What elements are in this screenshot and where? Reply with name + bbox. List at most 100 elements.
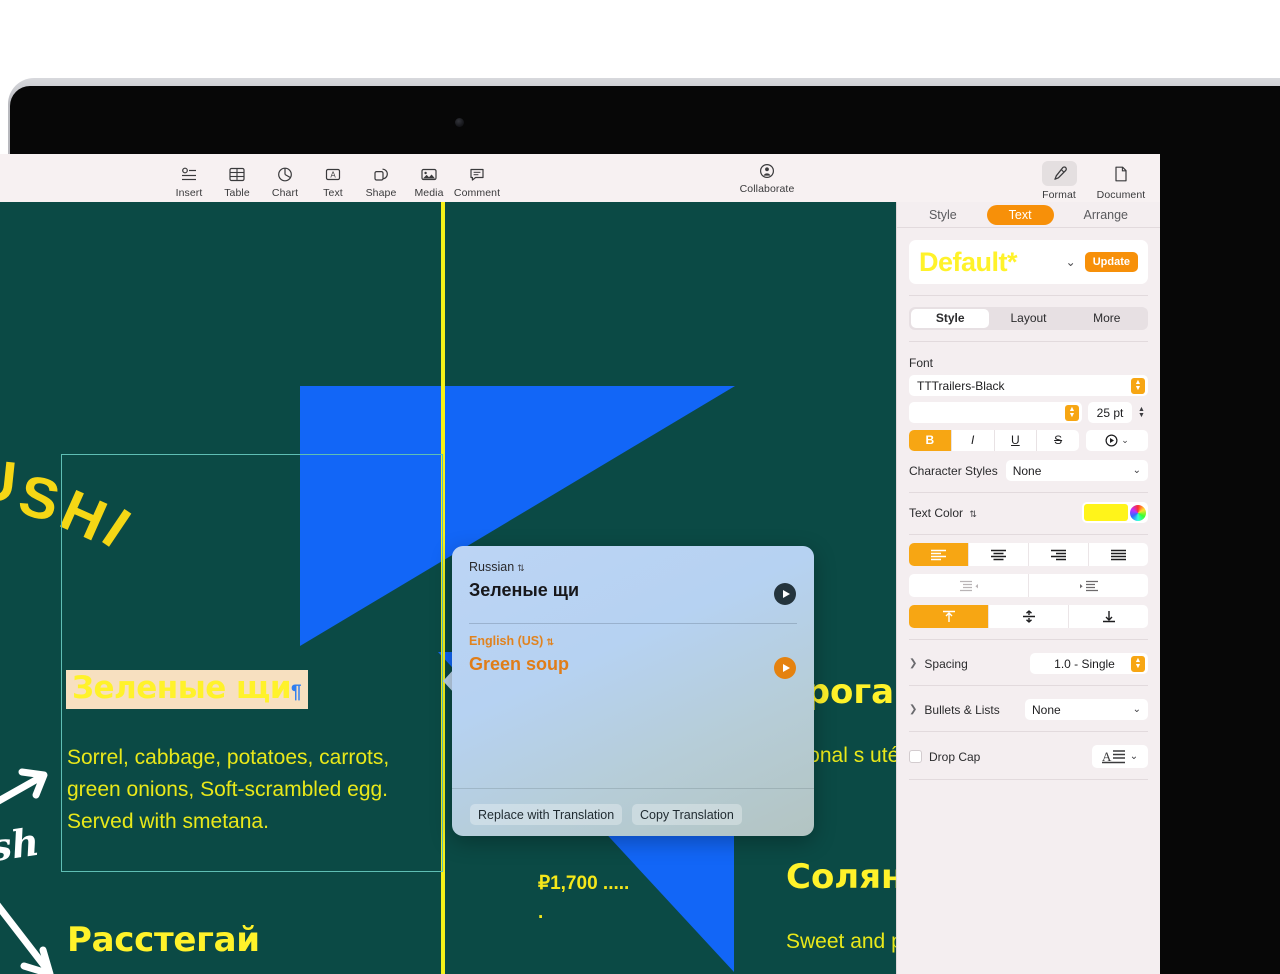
align-justify-button[interactable]: [1089, 543, 1148, 566]
strikethrough-button[interactable]: S: [1037, 430, 1079, 451]
font-size-input[interactable]: 25 pt: [1088, 402, 1132, 423]
toolbar-format-button[interactable]: Format: [1028, 154, 1090, 201]
right-heading-solyanka[interactable]: Соляни: [786, 857, 896, 897]
text-color-label: Text Color ⇅: [909, 505, 977, 520]
source-text: Зеленые щи: [469, 580, 580, 600]
toolbar-comment-button[interactable]: Comment: [453, 158, 501, 199]
font-size-stepper[interactable]: ▲ ▼: [1135, 404, 1148, 421]
replace-with-translation-button[interactable]: Replace with Translation: [470, 804, 623, 825]
target-language-label: English (US): [469, 634, 544, 648]
spacing-label: Spacing: [924, 656, 968, 671]
valign-middle-button[interactable]: [989, 605, 1069, 628]
toolbar-right-group: Format Document: [1028, 154, 1152, 201]
tab-arrange[interactable]: Arrange: [1062, 205, 1150, 225]
laptop-screen: Insert Table Chart A Text Shape Media Co…: [0, 154, 1160, 974]
right-body-2[interactable]: Sweet and parsnips, e carrots, oli Serve…: [786, 926, 896, 958]
tab-style[interactable]: Style: [907, 205, 979, 225]
italic-button[interactable]: I: [952, 430, 995, 451]
toolbar-media-button[interactable]: Media: [405, 158, 453, 199]
tab-text[interactable]: Text: [986, 204, 1054, 225]
toolbar-chart-label: Chart: [271, 186, 299, 199]
align-right-button[interactable]: [1029, 543, 1089, 566]
price-text[interactable]: ₽1,700 .....: [538, 872, 629, 895]
underline-button[interactable]: U: [995, 430, 1038, 451]
toolbar-media-label: Media: [414, 186, 444, 199]
text-color-swatch[interactable]: [1084, 504, 1128, 521]
chevron-updown-icon-weight[interactable]: ▲ ▼: [1065, 404, 1079, 421]
toolbar-document-button[interactable]: Document: [1090, 154, 1152, 201]
drop-cap-style-button[interactable]: A ⌄: [1092, 745, 1148, 768]
decrease-indent-button[interactable]: [909, 574, 1029, 597]
play-source-audio-button[interactable]: [774, 583, 796, 605]
heading-rasstegai[interactable]: Расстегай: [67, 920, 260, 960]
chevron-down-icon[interactable]: ⌄: [1066, 255, 1076, 269]
toolbar-document-label: Document: [1096, 189, 1146, 201]
divider-4: [909, 534, 1148, 535]
subtab-more[interactable]: More: [1068, 309, 1146, 328]
media-icon: [421, 165, 437, 184]
format-brush-icon: [1051, 164, 1068, 183]
disclosure-triangle-spacing[interactable]: ❯: [909, 658, 917, 669]
toolbar-chart-button[interactable]: Chart: [261, 158, 309, 199]
target-language-selector[interactable]: English (US) ⇅: [469, 634, 554, 648]
document-canvas[interactable]: USHI sh Зеленые щи¶ Sorrel, cabbage, pot…: [0, 202, 896, 974]
svg-text:A: A: [330, 170, 336, 179]
increase-indent-button[interactable]: [1029, 574, 1148, 597]
valign-bottom-button[interactable]: [1069, 605, 1148, 628]
toolbar-left-group: Insert Table Chart A Text Shape Media Co…: [165, 158, 501, 199]
chevron-down-icon-options: ⌄: [1121, 435, 1129, 445]
play-target-audio-button[interactable]: [774, 657, 796, 679]
translate-popover[interactable]: Russian ⇅ Зеленые щи English (US) ⇅ Green …: [452, 546, 814, 836]
toolbar-shape-label: Shape: [365, 186, 397, 199]
bold-button[interactable]: B: [909, 430, 952, 451]
inspector-subtabs: Style Layout More: [909, 307, 1148, 330]
character-styles-select[interactable]: None ⌄: [1005, 460, 1148, 481]
disclosure-triangle-bullets[interactable]: ❯: [909, 704, 917, 715]
bullets-select[interactable]: None ⌄: [1025, 699, 1148, 720]
update-style-button[interactable]: Update: [1084, 252, 1138, 272]
chevron-updown-icon-font[interactable]: ▲ ▼: [1131, 377, 1145, 394]
text-options-button[interactable]: ⌄: [1086, 430, 1148, 451]
toolbar-table-label: Table: [224, 186, 250, 199]
color-wheel-icon[interactable]: [1130, 504, 1146, 521]
bullets-value: None: [1032, 702, 1061, 717]
font-weight-select[interactable]: ▲ ▼: [909, 402, 1082, 423]
divider-2: [909, 341, 1148, 342]
selected-heading-highlight[interactable]: Зеленые щи¶: [66, 670, 308, 709]
chevron-updown-icon-color[interactable]: ⇅: [969, 509, 977, 519]
text-color-swatch-group[interactable]: [1082, 502, 1148, 523]
align-left-button[interactable]: [909, 543, 969, 566]
font-weight-size-row: ▲ ▼ 25 pt ▲ ▼: [909, 402, 1148, 423]
toolbar-shape-button[interactable]: Shape: [357, 158, 405, 199]
toolbar-format-label: Format: [1042, 189, 1076, 201]
indent-group: [909, 574, 1148, 597]
toolbar-text-button[interactable]: A Text: [309, 158, 357, 199]
font-size-group: 25 pt ▲ ▼: [1088, 402, 1148, 423]
spacing-value: 1.0 - Single: [1054, 656, 1115, 671]
app-toolbar: Insert Table Chart A Text Shape Media Co…: [0, 154, 1160, 202]
chevron-updown-icon-spacing[interactable]: ▲ ▼: [1131, 655, 1145, 672]
text-icon: A: [325, 165, 341, 184]
toolbar-insert-label: Insert: [175, 186, 203, 199]
drop-cap-checkbox[interactable]: [909, 750, 922, 763]
vertical-align-group: [909, 605, 1148, 628]
subtab-layout[interactable]: Layout: [989, 309, 1067, 328]
body-text-english[interactable]: Sorrel, cabbage, potatoes, carrots, gree…: [67, 742, 427, 838]
copy-translation-button[interactable]: Copy Translation: [632, 804, 742, 825]
subtab-style[interactable]: Style: [911, 309, 990, 328]
source-language-selector[interactable]: Russian ⇅: [469, 560, 525, 574]
toolbar-insert-button[interactable]: Insert: [165, 158, 213, 199]
font-family-select[interactable]: TTTrailers-Black ▲ ▼: [909, 375, 1148, 396]
toolbar-table-button[interactable]: Table: [213, 158, 261, 199]
script-text-sh: sh: [0, 818, 42, 871]
paragraph-style-row[interactable]: Default* ⌄ Update: [909, 240, 1148, 284]
align-center-button[interactable]: [969, 543, 1029, 566]
toolbar-comment-label: Comment: [453, 186, 501, 199]
inspector-tabs: Style Text Arrange: [897, 202, 1160, 228]
table-icon: [229, 165, 245, 184]
play-icon: [782, 590, 790, 598]
toolbar-collaborate-button[interactable]: Collaborate: [736, 154, 798, 195]
spacing-select[interactable]: 1.0 - Single ▲ ▼: [1030, 653, 1148, 674]
bius-group: B I U S: [909, 430, 1079, 451]
valign-top-button[interactable]: [909, 605, 989, 628]
